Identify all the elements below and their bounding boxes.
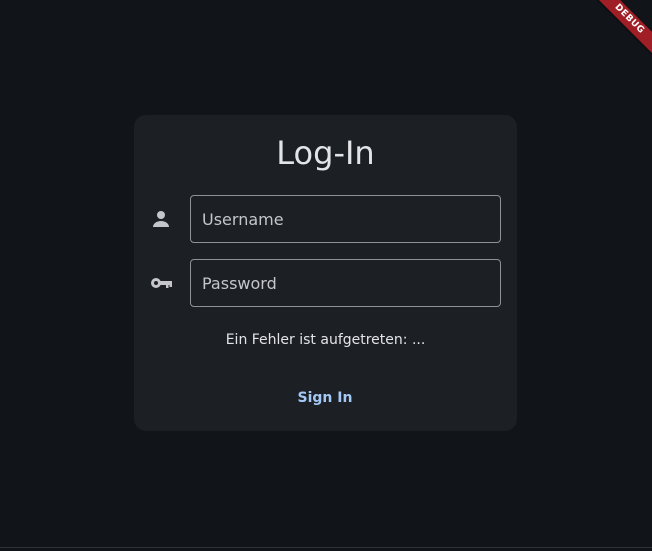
username-input[interactable] bbox=[191, 196, 500, 242]
password-row bbox=[134, 259, 517, 307]
bottom-divider bbox=[0, 547, 652, 548]
password-field-box bbox=[190, 259, 501, 307]
login-card: Log-In Username Ein Fehler ist aufgetret… bbox=[134, 115, 517, 431]
password-input[interactable] bbox=[191, 260, 500, 306]
sign-in-button[interactable]: Sign In bbox=[280, 381, 370, 415]
key-icon bbox=[149, 271, 173, 295]
error-message: Ein Fehler ist aufgetreten: ... bbox=[225, 332, 426, 348]
page-title: Log-In bbox=[276, 134, 375, 172]
debug-banner: DEBUG bbox=[592, 0, 652, 60]
person-icon bbox=[149, 207, 173, 231]
debug-banner-label: DEBUG bbox=[592, 0, 652, 57]
username-row bbox=[134, 195, 517, 243]
login-screen: DEBUG Log-In Username Ein Fehler ist auf… bbox=[0, 0, 652, 551]
username-field-box bbox=[190, 195, 501, 243]
